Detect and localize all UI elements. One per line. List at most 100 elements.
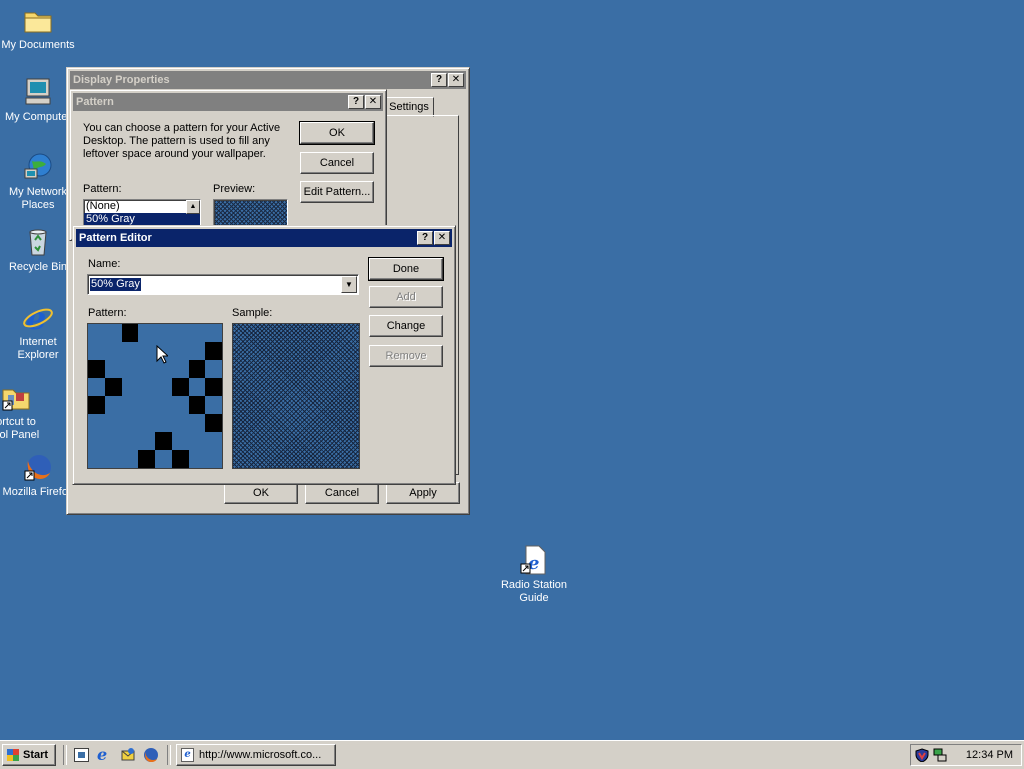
pattern-cell[interactable] [205,378,222,396]
desktop-icon-recycle-bin[interactable]: Recycle Bin [0,226,76,274]
pattern-cell[interactable] [205,432,222,450]
pattern-cell[interactable] [122,432,139,450]
pattern-cell[interactable] [138,432,155,450]
pattern-cell[interactable] [155,378,172,396]
pattern-cell[interactable] [205,396,222,414]
help-button[interactable]: ? [348,95,364,109]
display-properties-titlebar[interactable]: Display Properties ? ✕ [70,71,466,89]
pattern-cell[interactable] [138,396,155,414]
security-shield-icon[interactable] [915,748,929,763]
pattern-cell[interactable] [138,378,155,396]
pattern-cell[interactable] [172,342,189,360]
pattern-cell[interactable] [88,342,105,360]
pattern-cell[interactable] [189,432,206,450]
pattern-cell[interactable] [122,450,139,468]
pattern-cell[interactable] [172,324,189,342]
pattern-titlebar[interactable]: Pattern ? ✕ [73,93,383,111]
pattern-cell[interactable] [105,450,122,468]
pattern-cell[interactable] [105,342,122,360]
name-combobox[interactable]: 50% Gray ▼ [87,274,359,295]
list-item[interactable]: (None) [84,200,200,213]
pattern-cell[interactable] [171,378,189,396]
done-button[interactable]: Done [368,257,444,281]
pattern-cell[interactable] [172,432,189,450]
pattern-cell[interactable] [121,324,139,342]
pattern-grid[interactable] [87,323,223,469]
pattern-editor-titlebar[interactable]: Pattern Editor ? ✕ [76,229,452,247]
pattern-cell[interactable] [189,378,206,396]
close-button[interactable]: ✕ [448,73,464,87]
pattern-cell[interactable] [172,414,189,432]
pattern-cell[interactable] [205,324,222,342]
pattern-cell[interactable] [105,324,122,342]
outlook-express-icon[interactable] [120,747,136,763]
pattern-cell[interactable] [189,324,206,342]
apply-button[interactable]: Apply [386,482,460,504]
pattern-cell[interactable] [205,450,222,468]
pattern-cell[interactable] [88,324,105,342]
pattern-cell[interactable] [138,324,155,342]
help-button[interactable]: ? [431,73,447,87]
pattern-cell[interactable] [155,324,172,342]
ok-button[interactable]: OK [299,121,375,145]
pattern-cell[interactable] [172,396,189,414]
pattern-cell[interactable] [205,360,222,378]
close-button[interactable]: ✕ [434,231,450,245]
pattern-cell[interactable] [155,414,172,432]
pattern-cell[interactable] [105,360,122,378]
network-tray-icon[interactable] [933,748,947,762]
internet-explorer-icon[interactable]: e [97,745,107,764]
pattern-cell[interactable] [155,396,172,414]
clock[interactable]: 12:34 PM [966,749,1013,762]
pattern-cell[interactable] [88,414,105,432]
pattern-cell[interactable] [189,450,206,468]
pattern-cell[interactable] [171,450,189,468]
add-button[interactable]: Add [369,286,443,308]
pattern-cell[interactable] [122,414,139,432]
remove-button[interactable]: Remove [369,345,443,367]
chevron-down-icon[interactable]: ▼ [341,276,357,293]
desktop-icon-my-documents[interactable]: My Documents [0,4,76,52]
pattern-cell[interactable] [88,450,105,468]
pattern-cell[interactable] [105,396,122,414]
cancel-button[interactable]: Cancel [305,482,379,504]
pattern-cell[interactable] [189,414,206,432]
pattern-cell[interactable] [122,342,139,360]
name-input[interactable]: 50% Gray [90,278,141,291]
pattern-cell[interactable] [88,378,105,396]
pattern-cell[interactable] [88,396,105,414]
desktop-icon-internet-explorer[interactable]: e Internet Explorer [0,299,76,362]
pattern-cell[interactable] [188,360,206,378]
pattern-cell[interactable] [188,396,206,414]
cancel-button[interactable]: Cancel [300,152,374,174]
help-button[interactable]: ? [417,231,433,245]
pattern-cell[interactable] [155,432,172,450]
pattern-cell[interactable] [88,360,105,378]
change-button[interactable]: Change [369,315,443,337]
pattern-cell[interactable] [138,360,155,378]
taskbar-item-internet-explorer[interactable]: e http://www.microsoft.co... [176,744,336,766]
listbox-scroll-up-button[interactable]: ▲ [186,200,200,214]
pattern-cell[interactable] [172,360,189,378]
tab-settings[interactable]: Settings [384,97,434,117]
close-button[interactable]: ✕ [365,95,381,109]
edit-pattern-button[interactable]: Edit Pattern... [300,181,374,203]
pattern-cell[interactable] [138,450,155,468]
desktop-icon-radio-station-guide[interactable]: e Radio Station Guide [496,544,572,605]
pattern-cell[interactable] [122,396,139,414]
desktop-icon-my-network-places[interactable]: My Network Places [0,151,76,212]
desktop-icon-my-computer[interactable]: My Computer [0,76,76,124]
pattern-cell[interactable] [205,414,222,432]
pattern-cell[interactable] [88,432,105,450]
pattern-cell[interactable] [138,342,155,360]
desktop-icon-control-panel-shortcut[interactable]: ortcut to trol Panel [0,381,54,442]
pattern-cell[interactable] [105,432,122,450]
pattern-cell[interactable] [189,342,206,360]
pattern-cell[interactable] [105,414,122,432]
pattern-cell[interactable] [138,414,155,432]
pattern-cell[interactable] [104,378,122,396]
pattern-cell[interactable] [122,378,139,396]
firefox-icon[interactable] [143,747,159,763]
pattern-cell[interactable] [205,342,222,360]
show-desktop-icon[interactable] [74,748,89,762]
